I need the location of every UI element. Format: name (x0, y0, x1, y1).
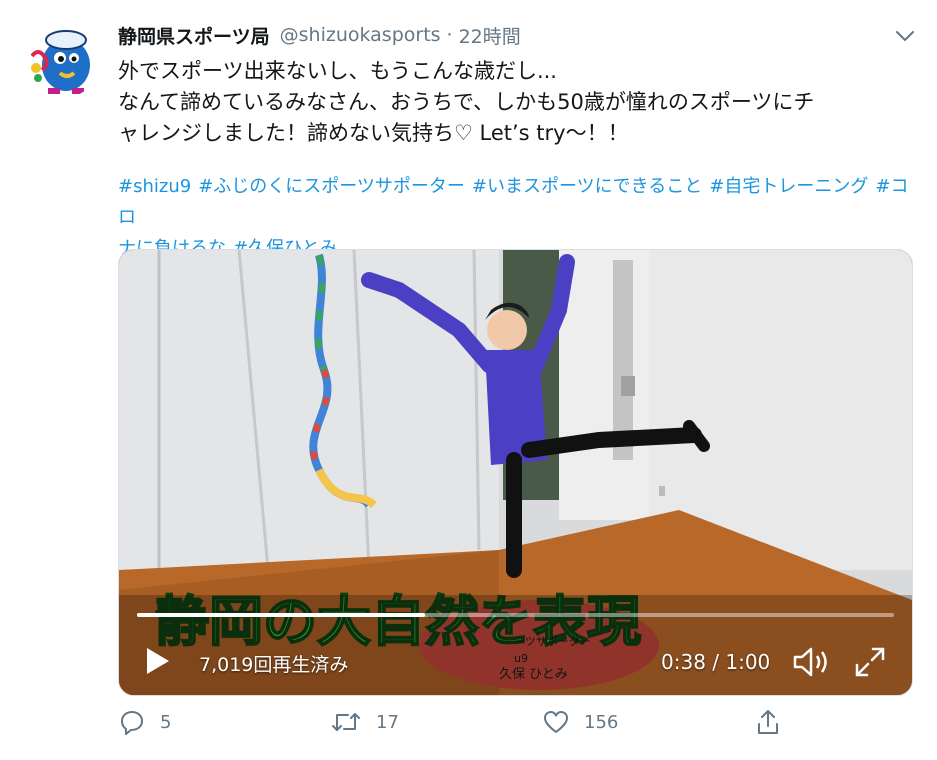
display-name[interactable]: 静岡県スポーツ局 (118, 22, 270, 49)
share-button[interactable] (754, 708, 796, 736)
video-time: 0:38 / 1:00 (661, 650, 771, 674)
tweet-actions: 5 17 156 (118, 708, 898, 744)
tweet-text-line: なんて諦めているみなさん、おうちで、しかも50歳が憧れのスポーツにチ (118, 90, 815, 114)
tweet-text-line: ャレンジしました！諦めない気持ち♡ Let’s try～！！ (118, 121, 629, 145)
chevron-down-icon[interactable] (893, 24, 917, 48)
mascot-icon (22, 18, 102, 98)
hashtag-link[interactable]: #ふじのくにスポーツサポーター (198, 176, 465, 197)
share-icon (758, 710, 778, 734)
tweet-time[interactable]: 22時間 (459, 22, 521, 49)
volume-icon[interactable] (791, 645, 833, 679)
reply-count: 5 (160, 711, 172, 733)
hashtag-link[interactable]: #いまスポーツにできること (472, 176, 702, 197)
retweet-count: 17 (376, 711, 399, 733)
video-progress-fill (137, 613, 425, 617)
like-icon (544, 711, 568, 733)
separator-dot: · (446, 24, 453, 46)
tweet-body: 外でスポーツ出来ないし、もうこんな歳だし... なんて諦めているみなさん、おうち… (118, 56, 918, 149)
reply-icon (121, 711, 143, 735)
reply-button[interactable]: 5 (118, 708, 171, 736)
retweet-button[interactable]: 17 (330, 708, 399, 736)
hashtag-link[interactable]: #shizu9 (118, 176, 191, 197)
like-button[interactable]: 156 (542, 708, 618, 736)
like-count: 156 (584, 711, 619, 733)
tweet-text-line: 外でスポーツ出来ないし、もうこんな歳だし... (118, 59, 557, 83)
user-handle[interactable]: @shizuokasports (280, 24, 441, 46)
video-progress-bar[interactable] (137, 613, 894, 617)
hashtag-link[interactable]: #自宅トレーニング (709, 176, 868, 197)
retweet-icon (332, 713, 360, 731)
video-frame: 静岡の大自然を表現 ーツサポーター u9 久保 ひとみ (119, 250, 912, 695)
fullscreen-icon[interactable] (853, 645, 887, 679)
view-count: 7,019回再生済み (199, 654, 349, 676)
tweet-header: 静岡県スポーツ局 @shizuokasports · 22時間 (118, 20, 917, 50)
video-player[interactable]: 静岡の大自然を表現 ーツサポーター u9 久保 ひとみ 7,019回再生済み 0… (118, 249, 913, 696)
avatar[interactable] (22, 18, 102, 98)
play-icon[interactable] (143, 646, 171, 676)
